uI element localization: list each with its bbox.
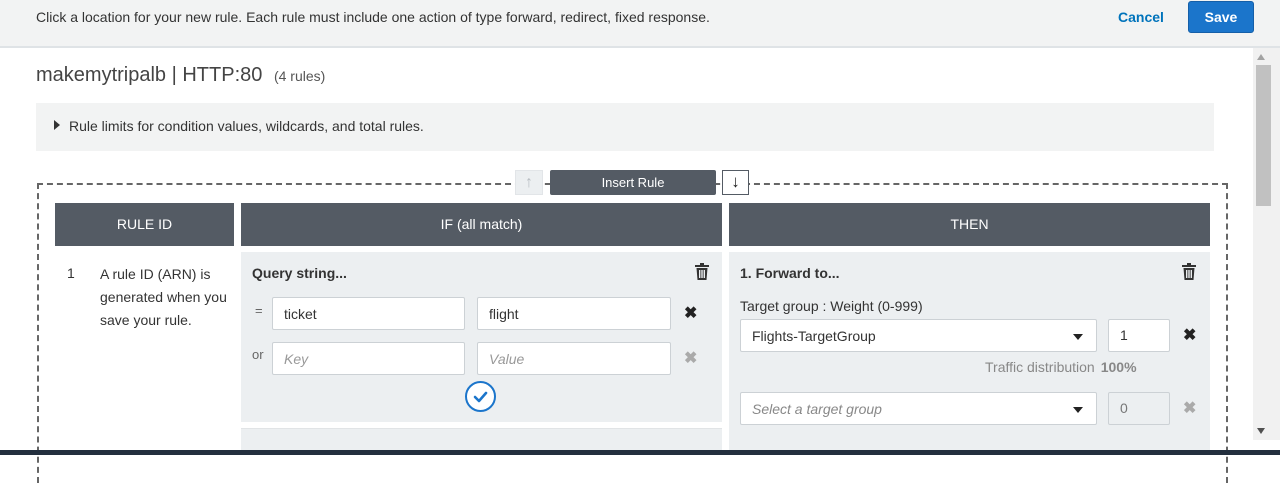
remove-condition-icon[interactable]: ✖ (684, 303, 697, 323)
rule-limits-label: Rule limits for condition values, wildca… (69, 118, 424, 134)
rule-limits-expander[interactable]: Rule limits for condition values, wildca… (36, 103, 1214, 151)
arrow-down-icon[interactable]: ↓ (722, 170, 749, 195)
target-group-value: Flights-TargetGroup (752, 328, 876, 344)
scroll-up-icon[interactable] (1257, 54, 1265, 60)
save-button[interactable]: Save (1188, 1, 1254, 33)
traffic-label: Traffic distribution (985, 359, 1095, 375)
equals-operator: = (255, 303, 263, 318)
new-value-input[interactable] (477, 342, 671, 375)
chevron-down-icon (1073, 334, 1083, 340)
or-operator: or (252, 347, 264, 362)
target-group-placeholder: Select a target group (752, 401, 882, 417)
condition-title: Query string... (252, 265, 347, 281)
action-bar: Click a location for your new rule. Each… (0, 0, 1280, 48)
column-header-rule-id: RULE ID (55, 203, 234, 246)
scroll-down-icon[interactable] (1257, 428, 1265, 434)
rule-id-description: A rule ID (ARN) is generated when you sa… (100, 266, 227, 328)
remove-condition-icon[interactable]: ✖ (684, 348, 697, 368)
instruction-text: Click a location for your new rule. Each… (36, 9, 710, 25)
rule-number: 1 (67, 265, 75, 281)
trash-icon[interactable] (695, 263, 709, 280)
bottom-bar (0, 450, 1280, 455)
page-title: makemytripalb | HTTP:80 (4 rules) (36, 64, 325, 87)
weight-input[interactable]: 1 (1108, 319, 1170, 352)
remove-target-icon[interactable]: ✖ (1183, 398, 1196, 418)
action-title: 1. Forward to... (740, 265, 840, 281)
caret-right-icon (54, 120, 60, 130)
target-group-select[interactable]: Flights-TargetGroup (740, 319, 1097, 352)
check-circle-icon[interactable] (465, 381, 496, 412)
listener-title: makemytripalb | HTTP:80 (36, 64, 263, 86)
remove-target-icon[interactable]: ✖ (1183, 325, 1196, 345)
rule-count: (4 rules) (273, 68, 326, 84)
cancel-button[interactable]: Cancel (1118, 9, 1164, 25)
new-target-group-select[interactable]: Select a target group (740, 392, 1097, 425)
traffic-distribution: Traffic distribution 100% (985, 359, 1137, 375)
new-weight-input[interactable]: 0 (1108, 392, 1170, 425)
trash-icon[interactable] (1182, 263, 1196, 280)
target-group-label: Target group : Weight (0-999) (740, 298, 923, 314)
scrollbar-thumb[interactable] (1256, 65, 1271, 206)
query-key-input[interactable] (272, 297, 465, 330)
chevron-down-icon (1073, 407, 1083, 413)
insert-rule-button[interactable]: Insert Rule (550, 170, 716, 195)
traffic-value: 100% (1100, 359, 1137, 375)
arrow-up-icon[interactable]: ↑ (515, 170, 543, 195)
column-header-then: THEN (729, 203, 1210, 246)
query-value-input[interactable] (477, 297, 671, 330)
new-key-input[interactable] (272, 342, 465, 375)
column-header-if: IF (all match) (241, 203, 722, 246)
